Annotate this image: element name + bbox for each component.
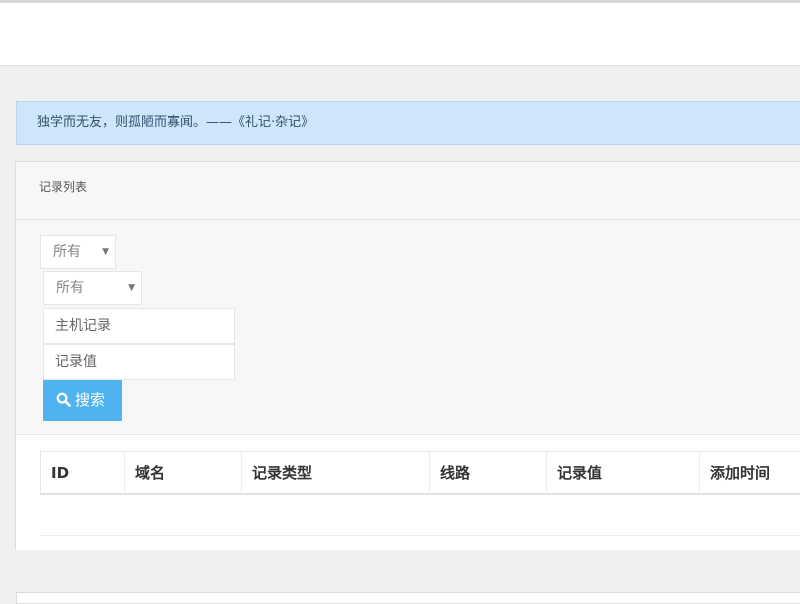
- search-button[interactable]: 搜索: [43, 380, 122, 421]
- host-record-input[interactable]: 主机记录: [43, 308, 235, 344]
- caret-down-icon: ▼: [102, 247, 109, 257]
- search-icon: [56, 392, 71, 407]
- records-panel: 记录列表 所有 ▼ 所有 ▼ 主机记录 记录值 搜索 ID 域名 记录类型 线路…: [15, 161, 800, 550]
- line-select[interactable]: 所有 ▼: [43, 271, 142, 305]
- bottom-panel: [16, 592, 800, 604]
- search-button-label: 搜索: [75, 391, 106, 409]
- record-value-input[interactable]: 记录值: [43, 344, 235, 380]
- top-navbar: [0, 0, 800, 66]
- table-bottom-border: [40, 535, 800, 536]
- column-header-record-type[interactable]: 记录类型: [242, 452, 430, 494]
- record-type-select-value: 所有: [53, 244, 81, 260]
- record-type-select[interactable]: 所有 ▼: [40, 235, 116, 269]
- column-header-record-value[interactable]: 记录值: [547, 452, 700, 494]
- records-table: ID 域名 记录类型 线路 记录值 添加时间: [16, 435, 800, 550]
- table-header: ID 域名 记录类型 线路 记录值 添加时间: [40, 451, 800, 495]
- record-value-placeholder: 记录值: [55, 354, 97, 370]
- panel-header: 记录列表: [16, 162, 800, 220]
- caret-down-icon: ▼: [128, 283, 135, 293]
- quote-notice: 独学而无友，则孤陋而寡闻。——《礼记·杂记》: [16, 101, 800, 145]
- quote-text: 独学而无友，则孤陋而寡闻。——《礼记·杂记》: [37, 115, 315, 130]
- column-header-line[interactable]: 线路: [430, 452, 547, 494]
- column-header-domain[interactable]: 域名: [125, 452, 242, 494]
- column-header-added-time[interactable]: 添加时间: [700, 452, 800, 494]
- host-record-placeholder: 主机记录: [55, 318, 111, 334]
- column-header-id[interactable]: ID: [41, 452, 125, 494]
- panel-title: 记录列表: [39, 180, 88, 194]
- line-select-value: 所有: [56, 280, 84, 296]
